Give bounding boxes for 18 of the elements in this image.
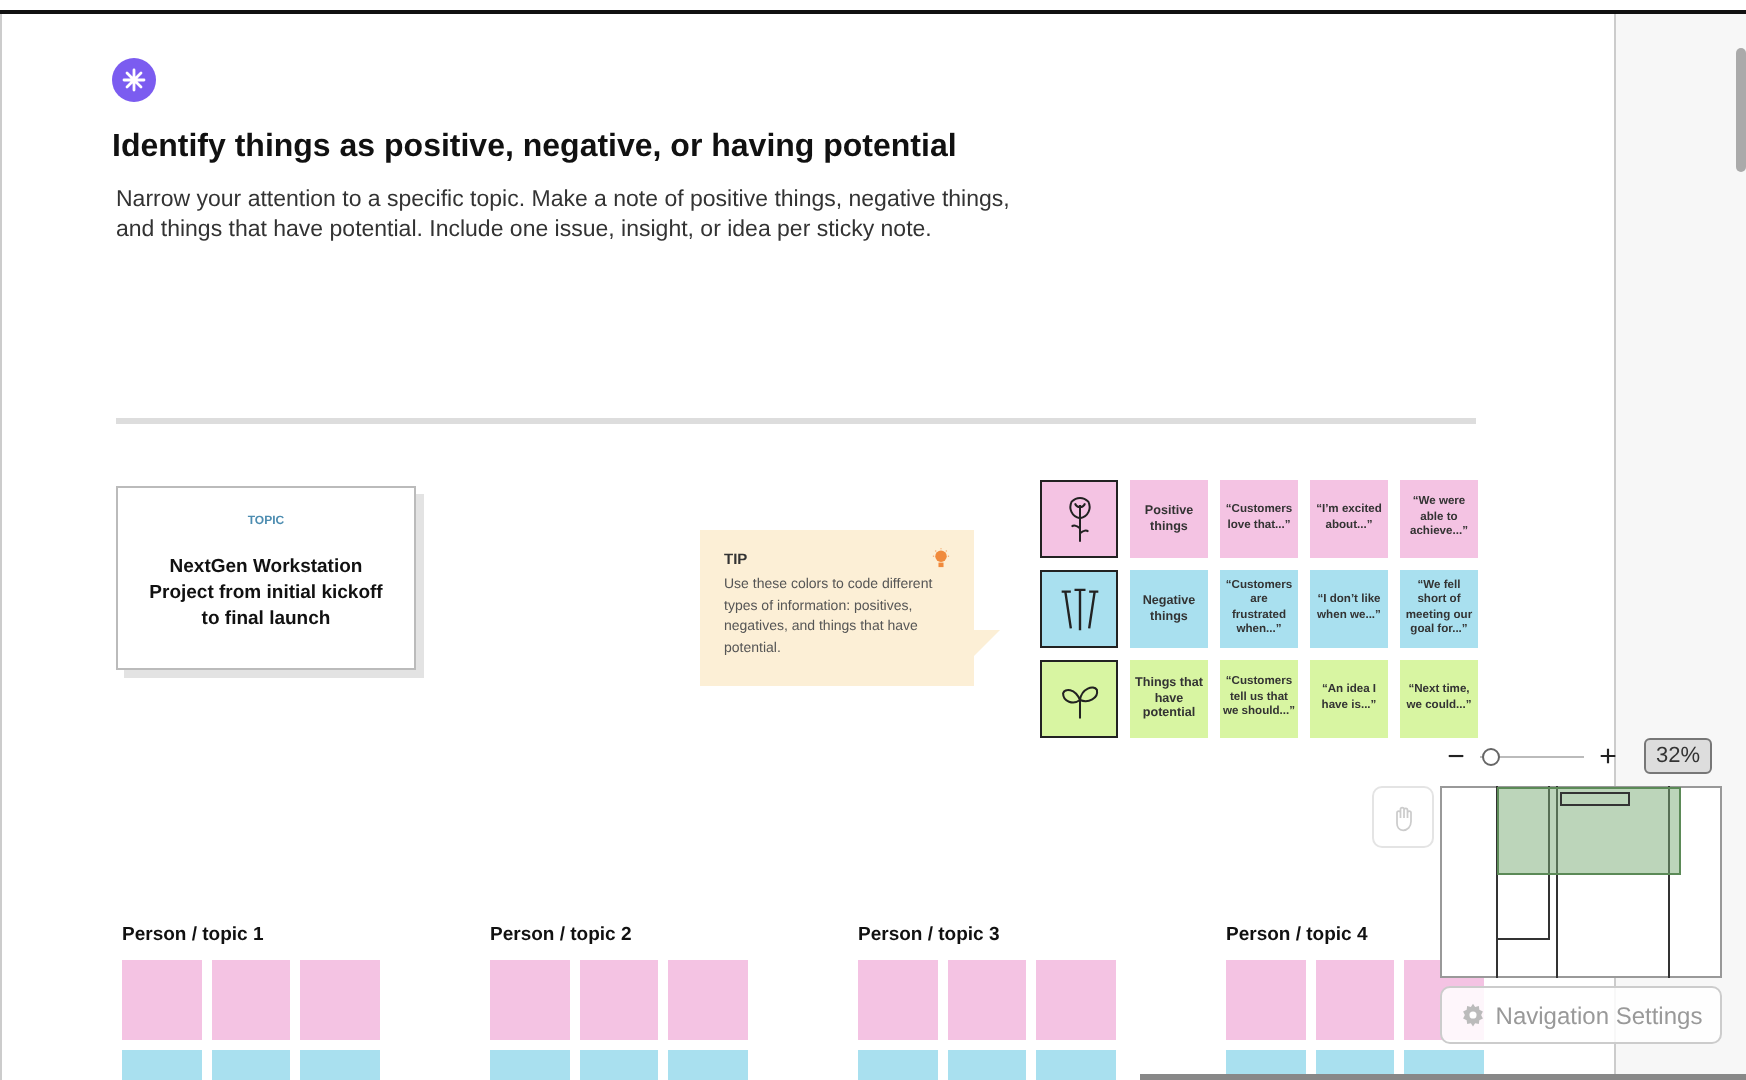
topic-text: NextGen Workstation Project from initial kickoff to final launch: [147, 554, 385, 632]
scrollbar[interactable]: [1736, 48, 1746, 172]
description: Narrow your attention to a specific topic. Make a note of positive things, negative things, and things that have potential. Include one issue, insight, or idea per sticky note.: [116, 186, 1012, 246]
group-label: Person / topic 1: [122, 924, 266, 946]
sparkle-icon: [112, 58, 156, 102]
slider-thumb[interactable]: [1482, 747, 1501, 765]
lightbulb-icon: [932, 548, 950, 570]
scrollbar[interactable]: [1140, 1074, 1746, 1080]
nails-icon: [1057, 585, 1101, 633]
group-label: Person / topic 4: [1226, 924, 1370, 946]
heading: Identify things as positive, negative, or having potential: [112, 130, 957, 166]
group-label: Person / topic 3: [858, 924, 1002, 946]
gear-icon: [1459, 1002, 1486, 1028]
zoom-out-button[interactable]: −: [1444, 739, 1468, 773]
group-label: Person / topic 2: [490, 924, 634, 946]
hand-tool-button[interactable]: [1372, 786, 1434, 848]
zoom-level: 32%: [1644, 738, 1713, 774]
zoom-in-button[interactable]: +: [1596, 739, 1620, 773]
